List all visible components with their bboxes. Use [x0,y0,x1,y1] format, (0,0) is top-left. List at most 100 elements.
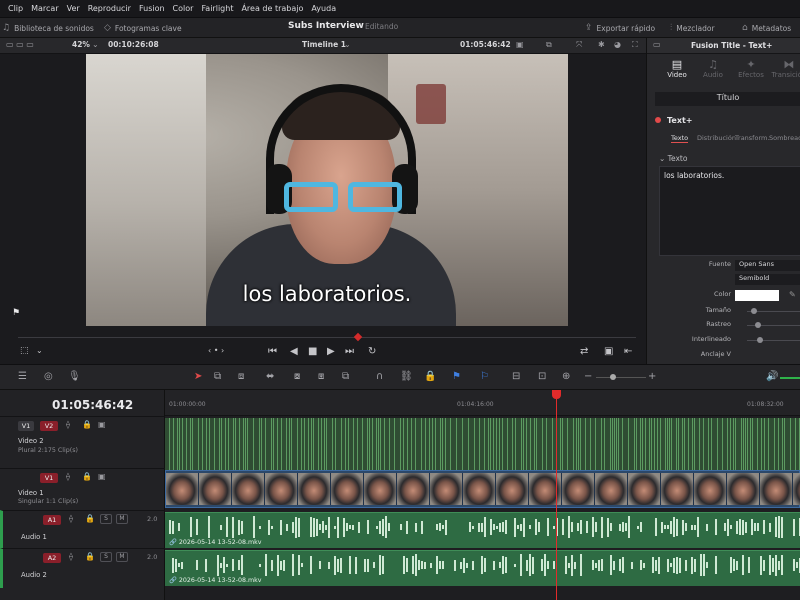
auto-select-icon[interactable]: ⟠ [66,420,70,429]
zoom-slider-knob[interactable] [610,374,616,380]
tab-effects[interactable]: ✦ Efectos [733,56,769,86]
sound-library-button[interactable]: ♫ Biblioteca de sonidos [2,18,94,38]
track-header-v2[interactable]: V1 V2 ⟠ 🔒 ▣ Video 2 Plural 2:175 Clip(s) [0,416,165,468]
style-select[interactable]: Semibold [735,274,800,285]
track-badge-v1[interactable]: V1 [40,473,58,483]
auto-select-icon[interactable]: ⟠ [66,472,70,481]
timeline-ruler[interactable]: 01:00:00:00 01:04:16:00 01:08:32:00 [165,390,800,416]
lock-track-icon[interactable]: 🔒 [85,552,95,561]
track-header-a2[interactable]: A2 ⟠ 🔒 S M 2.0 Audio 2 [0,548,165,588]
menu-fusion[interactable]: Fusion [139,4,165,13]
chevron-down-icon[interactable]: ⌄ [92,40,99,49]
dynamic-trim-icon[interactable]: ⧈ [238,371,244,382]
selection-tool-icon[interactable]: ➤ [194,371,202,382]
audio-clip-a2[interactable]: 🔗 2026-05-14 13-52-08.mkv [165,550,800,586]
insert-clip-icon[interactable]: ⧇ [294,371,300,382]
timeline-options-icon[interactable]: ☰ [18,371,27,382]
zoom-slider-track[interactable] [596,377,646,378]
panel-icon[interactable]: ▭ [653,40,661,49]
menu-ver[interactable]: Ver [67,4,80,13]
viewer[interactable]: los laboratorios. ⚑ ⬚ ⌄ ‹ • › ⏮ ◀ ■ ▶ ⏭ … [0,54,646,364]
chevron-down-icon[interactable]: ⌄ [36,346,43,355]
menu-ayuda[interactable]: Ayuda [311,4,336,13]
size-slider-knob[interactable] [751,308,757,314]
jog-control[interactable]: ‹ • › [208,346,224,355]
overwrite-clip-icon[interactable]: ⧆ [318,371,324,382]
tab-audio[interactable]: ♫ Audio [695,56,731,86]
enable-toggle[interactable] [655,117,661,123]
prev-edit-icon[interactable]: ⇤ [624,346,632,357]
tracking-slider-knob[interactable] [755,322,761,328]
play-reverse-icon[interactable]: ◀ [290,346,298,357]
loop-icon[interactable]: ↻ [368,346,376,357]
audio-clip-a1[interactable]: 🔗 2026-05-14 13-52-08.mkv [165,512,800,548]
metadata-button[interactable]: ⌂ Metadatos [742,18,791,38]
menu-area-de-trabajo[interactable]: Área de trabajo [241,4,303,13]
crop-icon[interactable]: ⬚ [20,346,29,356]
track-badge-a2[interactable]: A2 [43,553,61,563]
marker-icon[interactable]: ⚐ [480,371,489,382]
play-icon[interactable]: ▶ [327,346,335,357]
tab-transition[interactable]: ⧓ Transición [771,56,800,86]
track-badge-v2[interactable]: V2 [40,421,58,431]
keyframes-button[interactable]: ◇ Fotogramas clave [104,18,182,38]
menu-marcar[interactable]: Marcar [31,4,59,13]
menu-reproducir[interactable]: Reproducir [88,4,131,13]
zoom-out-icon[interactable]: − [584,371,592,382]
track-header-a1[interactable]: A1 ⟠ 🔒 S M 2.0 Audio 1 [0,510,165,548]
zoom-in-icon[interactable]: + [648,371,656,382]
blade-tool-icon[interactable]: ⬌ [266,371,274,382]
subtab-distribucion[interactable]: Distribución [697,134,736,142]
transform-icon[interactable]: ⤧ [576,40,582,50]
auto-select-icon[interactable]: ⟠ [69,552,73,561]
color-wheel-icon[interactable]: ◕ [614,40,621,49]
timeline-tracks[interactable]: 01:00:00:00 01:04:16:00 01:08:32:00 🔗 20… [165,390,800,600]
fx-icon[interactable]: ✱ [598,40,605,49]
text-input[interactable]: los laboratorios. [659,166,800,256]
scrubber-playhead[interactable] [353,332,363,342]
lock-track-icon[interactable]: 🔒 [82,472,92,481]
track-header-v1[interactable]: V1 ⟠ 🔒 ▣ Video 1 Singular 1:1 Clip(s) [0,468,165,510]
cinema-view-icon[interactable]: ▣ [604,346,613,357]
fullscreen-icon[interactable]: ⛶ [632,40,638,50]
section-title[interactable]: Título [655,92,800,106]
tab-video[interactable]: ▤ Video [659,56,695,86]
track-badge-a1[interactable]: A1 [43,515,61,525]
subtitle-clips[interactable] [165,418,800,470]
timeline-playhead[interactable] [552,390,561,600]
zoom-custom-icon[interactable]: ⊕ [562,371,570,382]
lock-track-icon[interactable]: 🔒 [82,420,92,429]
lock-icon[interactable]: 🔒 [424,371,436,382]
volume-slider[interactable] [780,377,800,379]
flag-icon[interactable]: ⚑ [12,308,20,318]
menu-fairlight[interactable]: Fairlight [201,4,233,13]
quick-export-button[interactable]: ⇪ Exportar rápido [585,18,655,38]
zoom-fit-icon[interactable]: ⊟ [512,371,520,382]
menu-color[interactable]: Color [173,4,194,13]
video-frame[interactable]: los laboratorios. [86,54,568,326]
layout-icon[interactable]: ▭ ▭ ▭ [6,40,34,49]
go-to-end-icon[interactable]: ⏭ [345,346,354,357]
video-clip[interactable] [165,470,800,508]
subtab-texto[interactable]: Texto [671,134,689,143]
mute-button[interactable]: M [116,552,128,562]
subtab-transform[interactable]: Transform. [735,134,769,142]
color-swatch[interactable] [735,290,779,301]
subtitle-text[interactable]: los laboratorios. [86,282,568,306]
trim-tool-icon[interactable]: ⧉ [214,371,221,382]
zoom-detail-icon[interactable]: ⊡ [538,371,546,382]
auto-select-icon[interactable]: ⟠ [69,514,73,523]
linespacing-slider-track[interactable] [747,340,800,341]
track-enable-icon[interactable]: ▣ [98,472,106,481]
linked-selection-icon[interactable]: ⛓ [400,371,413,382]
source-badge-v1[interactable]: V1 [18,421,34,431]
menu-clip[interactable]: Clip [8,4,23,13]
speaker-icon[interactable]: 🔊 [766,371,778,382]
view-icon[interactable]: ◎ [44,371,53,382]
microphone-icon[interactable]: 🎙 [68,371,81,382]
snapping-icon[interactable]: ∩ [376,371,383,382]
playhead-handle[interactable] [552,390,561,399]
flag-icon[interactable]: ⚑ [452,371,461,382]
mute-button[interactable]: M [116,514,128,524]
lock-track-icon[interactable]: 🔒 [85,514,95,523]
